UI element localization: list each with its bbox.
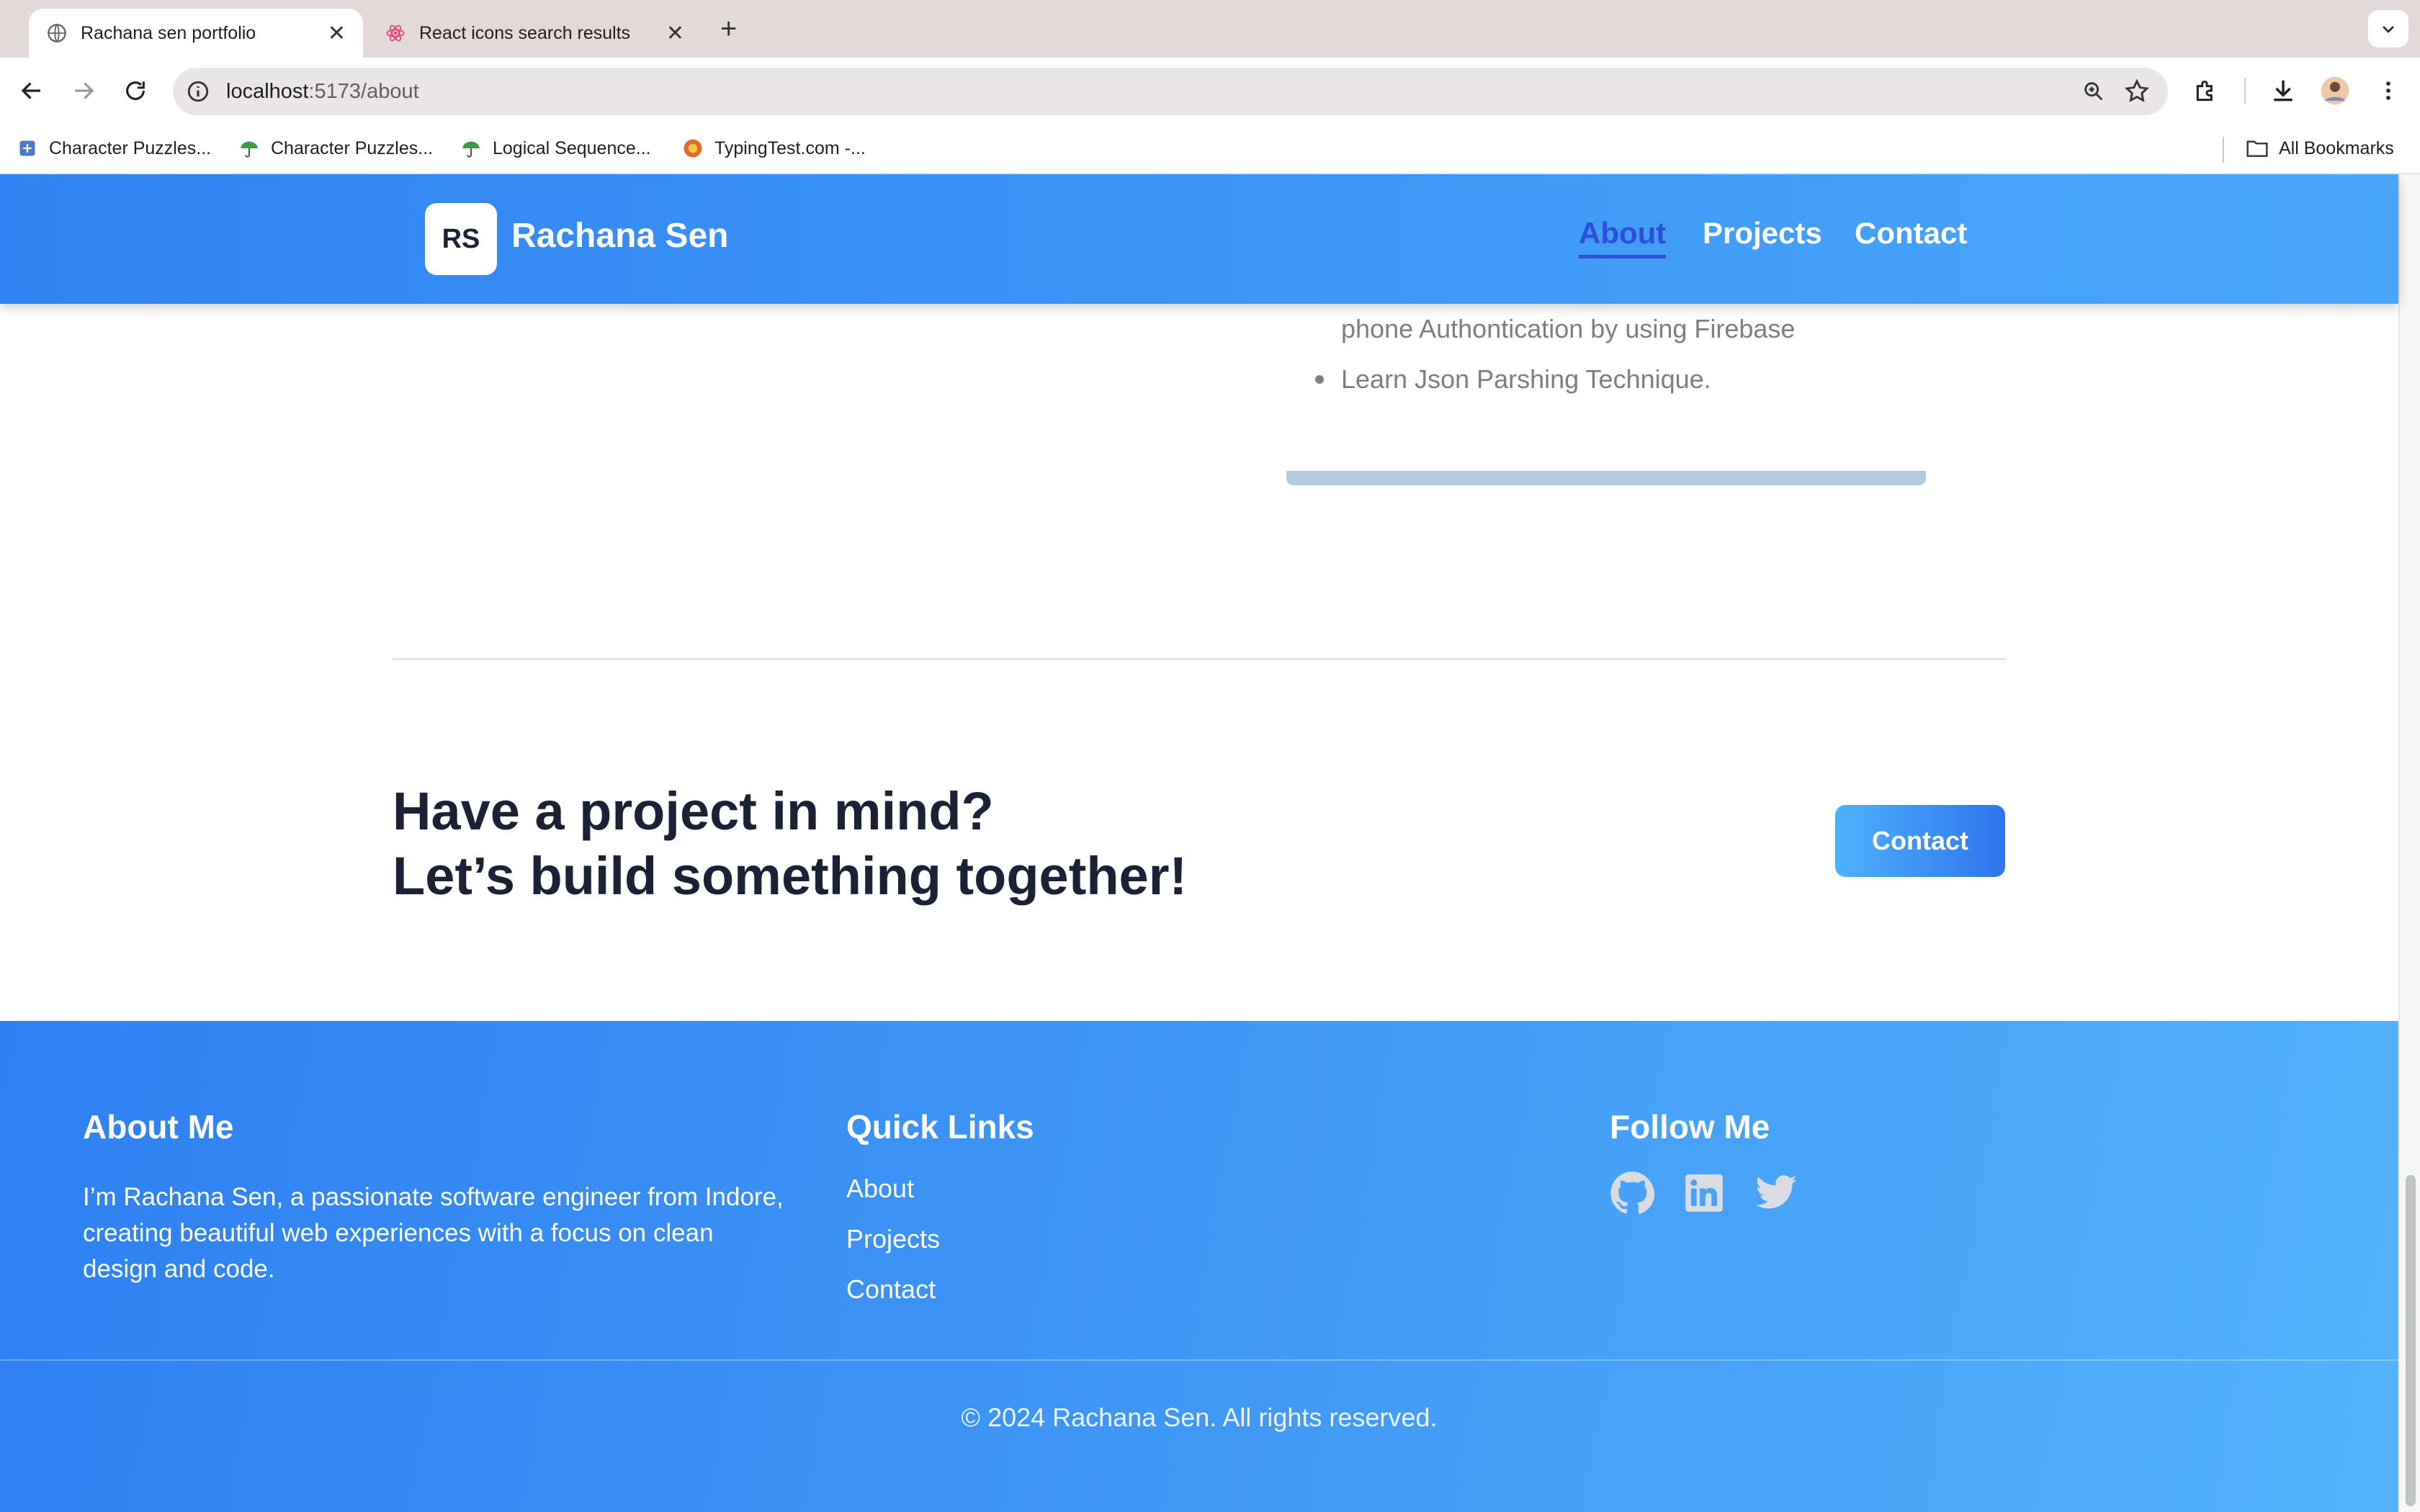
url-text: localhost:5173/about [226, 80, 419, 104]
footer-link-about[interactable]: About [846, 1174, 914, 1204]
footer-quick-links-heading: Quick Links [846, 1108, 1034, 1146]
bookmark-label: Character Puzzles... [271, 138, 434, 158]
browser-toolbar: localhost:5173/about [0, 58, 2420, 124]
forward-button[interactable] [63, 71, 104, 111]
github-icon[interactable] [1610, 1171, 1655, 1215]
close-tab-icon[interactable]: ✕ [328, 21, 346, 46]
linkedin-icon[interactable] [1682, 1171, 1726, 1215]
browser-menu-button[interactable] [2372, 75, 2404, 107]
footer-link-contact[interactable]: Contact [846, 1274, 936, 1305]
tab-rachana-sen-portfolio[interactable]: Rachana sen portfolio ✕ [29, 9, 363, 58]
cta-contact-button[interactable]: Contact [1835, 805, 2005, 877]
footer-link-projects[interactable]: Projects [846, 1224, 940, 1254]
star-icon[interactable] [2123, 78, 2151, 105]
reload-icon [126, 81, 145, 100]
address-bar[interactable]: localhost:5173/about [173, 68, 2168, 115]
new-tab-button[interactable]: + [720, 13, 737, 45]
cta-heading: Have a project in mind? Let’s build some… [393, 779, 1187, 909]
site-logo[interactable]: RS [425, 203, 497, 275]
back-button[interactable] [12, 71, 52, 111]
bookmark-item[interactable]: Logical Sequence... [460, 137, 651, 160]
close-tab-icon[interactable]: ✕ [666, 21, 684, 46]
footer-about-text: I’m Rachana Sen, a passionate software e… [83, 1183, 784, 1283]
bullet-item: phone Authontication by using Firebase [1341, 304, 1795, 354]
browser-tab-strip: Rachana sen portfolio ✕ React icons sear… [0, 0, 2420, 58]
nav-contact[interactable]: Contact [1855, 216, 1967, 251]
arrow-left-icon [21, 82, 40, 99]
globe-icon [46, 22, 68, 44]
bookmarks-bar: Character Puzzles... Character Puzzles..… [0, 124, 2420, 174]
footer-follow-heading: Follow Me [1610, 1108, 1770, 1146]
all-bookmarks-label: All Bookmarks [2279, 138, 2394, 158]
chevron-down-icon [2383, 26, 2394, 33]
tab-react-icons[interactable]: React icons search results ✕ [367, 9, 702, 58]
nav-projects[interactable]: Projects [1703, 216, 1822, 251]
bookmarks-divider [2223, 137, 2224, 163]
scrollbar-thumb[interactable] [2406, 1175, 2416, 1506]
tab-search-button[interactable] [2368, 10, 2408, 48]
reload-button[interactable] [115, 71, 156, 111]
tab-title: React icons search results [419, 22, 631, 43]
logo-initials: RS [442, 223, 480, 254]
puzzle-favicon-icon [16, 137, 39, 160]
section-divider [393, 658, 2006, 660]
cta-line-1: Have a project in mind? [393, 781, 994, 841]
footer-about-heading: About Me [83, 1108, 234, 1146]
bookmark-item[interactable]: Character Puzzles... [238, 137, 433, 160]
umbrella-favicon-icon [238, 137, 261, 160]
bullet-text: phone Authontication by using Firebase [1341, 314, 1796, 343]
nav-about[interactable]: About [1579, 216, 1667, 258]
brand-name[interactable]: Rachana Sen [511, 216, 728, 256]
copyright-text: © 2024 Rachana Sen. All rights reserved. [961, 1403, 1438, 1432]
react-icon [385, 22, 406, 44]
bookmark-item[interactable]: TypingTest.com -... [681, 137, 866, 160]
bookmark-item[interactable]: Character Puzzles... [16, 137, 211, 160]
url-host: localhost [226, 80, 309, 103]
more-vertical-icon [2386, 81, 2390, 100]
umbrella-favicon-icon [460, 137, 483, 160]
site-info-icon[interactable] [186, 79, 210, 104]
bookmark-label: Character Puzzles... [49, 138, 212, 158]
bullet-item: Learn Json Parshing Technique. [1315, 354, 1795, 405]
avatar-icon [2321, 76, 2349, 105]
experience-bullets: phone Authontication by using Firebase L… [1315, 304, 1795, 405]
toolbar-divider [2244, 78, 2246, 104]
page-scrollbar[interactable] [2398, 174, 2420, 1512]
downloads-button[interactable] [2267, 75, 2299, 107]
page-viewport: RS Rachana Sen About Projects Contact ph… [0, 174, 2420, 1512]
bookmark-label: TypingTest.com -... [714, 138, 866, 158]
download-icon [2274, 80, 2293, 102]
tab-title: Rachana sen portfolio [81, 22, 256, 43]
site-footer: About Me I’m Rachana Sen, a passionate s… [0, 1021, 2398, 1512]
puzzle-icon [2196, 80, 2213, 102]
site-header: RS Rachana Sen About Projects Contact [0, 174, 2398, 304]
all-bookmarks-button[interactable]: All Bookmarks [2246, 137, 2394, 160]
bookmark-label: Logical Sequence... [493, 138, 651, 158]
twitter-icon[interactable] [1754, 1171, 1798, 1215]
zoom-icon[interactable] [2081, 79, 2106, 104]
url-path: :5173/about [308, 80, 419, 103]
cta-line-2: Let’s build something together! [393, 846, 1188, 906]
arrow-right-icon [75, 82, 94, 99]
bullet-dot [1315, 375, 1324, 384]
bullet-text: Learn Json Parshing Technique. [1341, 364, 1711, 394]
folder-icon [2246, 137, 2269, 160]
experience-card-bottom [1286, 471, 1926, 485]
typingtest-favicon-icon [681, 137, 704, 160]
extensions-button[interactable] [2191, 75, 2223, 107]
profile-avatar[interactable] [2319, 75, 2351, 107]
footer-divider [0, 1359, 2398, 1361]
